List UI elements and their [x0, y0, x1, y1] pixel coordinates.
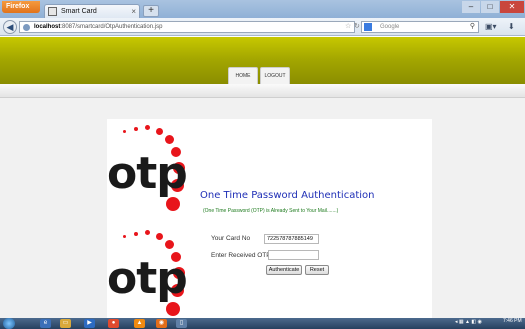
logo-dot [123, 235, 126, 238]
start-button[interactable] [3, 318, 15, 329]
otp-label: Enter Received OTP [211, 252, 271, 259]
otp-logo: otp [107, 228, 207, 323]
search-engine-icon[interactable] [364, 23, 372, 31]
tab-close-icon[interactable]: × [131, 5, 136, 18]
logo-dot [166, 197, 180, 211]
address-bar[interactable]: localhost:8087/smartcard/OtpAuthenticati… [19, 21, 360, 33]
bookmark-star-icon[interactable]: ☆ [345, 22, 351, 32]
firefox-menu-button[interactable]: Firefox [2, 1, 40, 13]
clock[interactable]: 7:46 PM [503, 318, 522, 324]
bookmarks-menu-icon[interactable]: ▣▾ [485, 21, 497, 33]
url-host: localhost [34, 24, 61, 30]
app-icon[interactable]: ▯ [176, 319, 187, 328]
reload-icon[interactable]: ↻ [354, 22, 360, 32]
search-bar[interactable]: Google ⚲ [361, 21, 479, 33]
download-icon[interactable]: ⬇ [508, 21, 515, 33]
browser-tab[interactable]: Smart Card × [44, 4, 140, 18]
logo-dot [156, 233, 163, 240]
otp-input[interactable] [268, 250, 319, 260]
url-path: :8087/smartcard/OtpAuthentication.jsp [60, 24, 163, 30]
otp-sent-notice: (One Time Password (OTP) is Already Sent… [203, 208, 339, 214]
authenticate-button[interactable]: Authenticate [266, 265, 302, 275]
ie-icon[interactable]: e [40, 319, 51, 328]
logo-dot [166, 302, 180, 316]
site-nav-strip [0, 84, 525, 98]
nav-home-link[interactable]: HOME [228, 67, 258, 84]
otp-logo: otp [107, 123, 207, 218]
card-number-label: Your Card No [211, 235, 251, 242]
logo-dot [145, 230, 150, 235]
browser-titlebar: Firefox Smart Card × + – □ ✕ [0, 0, 525, 18]
page-favicon-icon [48, 7, 57, 16]
logo-dot [134, 127, 138, 131]
vlc-icon[interactable]: ▲ [134, 319, 145, 328]
site-identity-icon[interactable] [23, 24, 30, 31]
folder-icon[interactable]: ▭ [60, 319, 71, 328]
search-icon[interactable]: ⚲ [470, 22, 475, 32]
new-tab-button[interactable]: + [143, 5, 159, 17]
chrome-icon[interactable]: ● [108, 319, 119, 328]
browser-navbar: ◀ localhost:8087/smartcard/OtpAuthentica… [0, 18, 525, 36]
window-maximize-button[interactable]: □ [481, 1, 499, 13]
window-close-button[interactable]: ✕ [500, 1, 524, 13]
window-minimize-button[interactable]: – [462, 1, 480, 13]
back-button[interactable]: ◀ [3, 20, 17, 34]
logo-dot [123, 130, 126, 133]
card-number-field[interactable] [264, 234, 319, 244]
logo-dot [165, 135, 174, 144]
media-player-icon[interactable]: ▶ [84, 319, 95, 328]
logo-dot [156, 128, 163, 135]
logo-text: otp [107, 148, 188, 199]
firefox-icon[interactable]: ◉ [156, 319, 167, 328]
page-title: One Time Password Authentication [200, 190, 375, 201]
reset-button[interactable]: Reset [305, 265, 329, 275]
logo-dot [134, 232, 138, 236]
system-tray[interactable]: ◂ ▦ ▲ ◧ ◉ [455, 319, 482, 325]
logo-dot [165, 240, 174, 249]
nav-logout-link[interactable]: LOGOUT [260, 67, 290, 84]
tab-title: Smart Card [61, 8, 97, 15]
taskbar: e ▭ ▶ ● ▲ ◉ ▯ ◂ ▦ ▲ ◧ ◉ 7:46 PM [0, 318, 525, 329]
search-placeholder: Google [380, 24, 400, 30]
logo-text: otp [107, 253, 188, 304]
logo-dot [145, 125, 150, 130]
